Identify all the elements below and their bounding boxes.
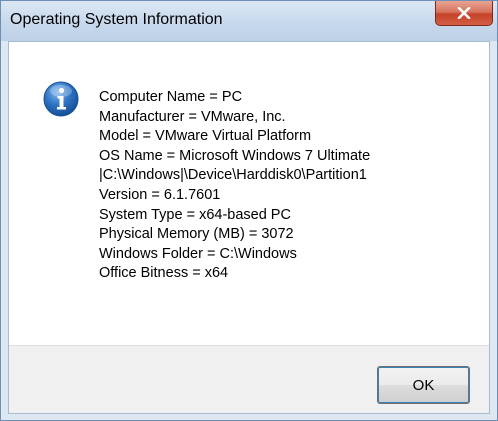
os-path-line: |C:\Windows|\Device\Harddisk0\Partition1 xyxy=(99,167,367,184)
close-button[interactable] xyxy=(435,1,493,26)
title-bar[interactable]: Operating System Information xyxy=(1,1,497,41)
windows-folder-line: Windows Folder = C:\Windows xyxy=(99,245,297,262)
computer-name-line: Computer Name = PC xyxy=(99,89,243,105)
button-bar: OK xyxy=(9,345,489,413)
dialog-client-area: Computer Name = PC Manufacturer = VMware… xyxy=(8,41,490,414)
model-line: Model = VMware Virtual Platform xyxy=(99,128,312,145)
os-name-line: OS Name = Microsoft Windows 7 Ultimate xyxy=(99,147,371,164)
physical-memory-line: Physical Memory (MB) = 3072 xyxy=(99,226,294,243)
system-info-text: Computer Name = PC Manufacturer = VMware… xyxy=(99,88,370,284)
message-area: Computer Name = PC Manufacturer = VMware… xyxy=(9,42,489,345)
manufacturer-line: Manufacturer = VMware, Inc. xyxy=(99,108,286,125)
window-title: Operating System Information xyxy=(10,11,223,28)
office-bitness-line: Office Bitness = x64 xyxy=(99,265,229,282)
system-type-line: System Type = x64-based PC xyxy=(99,206,291,223)
version-line: Version = 6.1.7601 xyxy=(99,186,221,203)
ok-button[interactable]: OK xyxy=(377,366,470,404)
close-icon xyxy=(457,7,471,19)
information-icon xyxy=(43,81,79,117)
dialog-window: Operating System Information Computer Na… xyxy=(0,0,498,421)
